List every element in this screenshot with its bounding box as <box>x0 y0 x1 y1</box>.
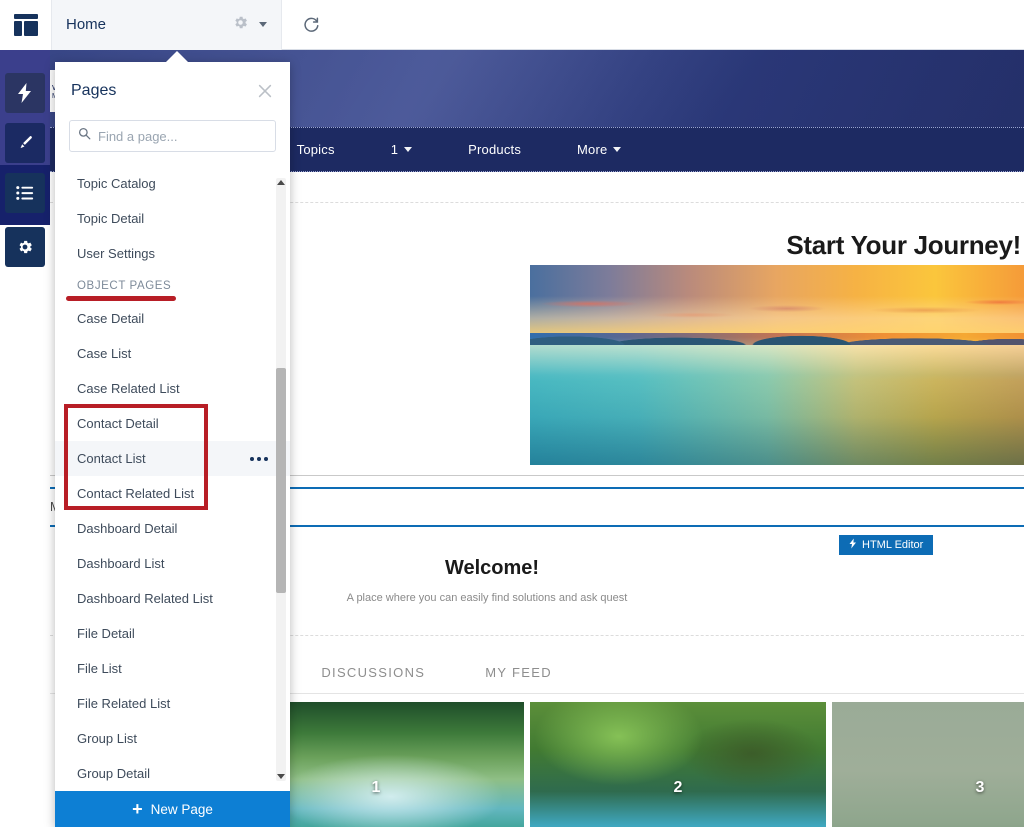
nav-label: 1 <box>390 142 399 157</box>
tab-my-feed[interactable]: MY FEED <box>485 652 552 694</box>
tab-label: MY FEED <box>485 665 552 680</box>
sidebar-item-label: Group Detail <box>77 766 150 781</box>
sidebar-item-components[interactable] <box>5 73 45 113</box>
sidebar-item-group-detail[interactable]: Group Detail <box>55 756 290 791</box>
sidebar-item-contact-list[interactable]: Contact List <box>55 441 290 476</box>
sidebar-item-case-related-list[interactable]: Case Related List <box>55 371 290 406</box>
search-input[interactable] <box>98 128 267 144</box>
nav-label: Topics <box>296 142 335 157</box>
pages-panel: Pages Topic Catalog Topic Detail User Sett… <box>55 51 290 827</box>
nav-item-products[interactable]: Products <box>468 142 521 157</box>
nav-item-topics[interactable]: Topics <box>297 142 335 157</box>
plus-icon: + <box>132 799 143 819</box>
new-page-button[interactable]: + New Page <box>55 791 290 827</box>
sidebar-item-case-list[interactable]: Case List <box>55 336 290 371</box>
gear-icon <box>16 238 34 256</box>
list-icon <box>16 185 34 201</box>
panel-pointer <box>165 51 189 63</box>
sidebar-item-dashboard-related-list[interactable]: Dashboard Related List <box>55 581 290 616</box>
list-item[interactable]: 2 <box>530 702 826 827</box>
sidebar-item-label: Dashboard Related List <box>77 591 213 606</box>
pages-list: Topic Catalog Topic Detail User Settings OB… <box>55 166 290 791</box>
paintbrush-icon <box>16 134 34 152</box>
nav-label: Products <box>468 142 522 157</box>
refresh-button[interactable] <box>282 0 340 50</box>
close-icon[interactable] <box>256 82 274 100</box>
sidebar-item-file-related-list[interactable]: File Related List <box>55 686 290 721</box>
sidebar-item-label: Contact Detail <box>77 416 159 431</box>
sidebar-item-label: User Settings <box>77 246 156 261</box>
tab-discussions[interactable]: DISCUSSIONS <box>321 652 425 694</box>
sidebar-item-contact-related-list[interactable]: Contact Related List <box>55 476 290 511</box>
sidebar-item-label: Group List <box>77 731 137 746</box>
sidebar-item-file-list[interactable]: File List <box>55 651 290 686</box>
sidebar-item-user-settings[interactable]: User Settings <box>55 236 290 271</box>
search-icon <box>78 127 91 145</box>
sidebar-item-label: Contact Related List <box>77 486 195 501</box>
sidebar-item-label: Case Related List <box>77 381 180 396</box>
pages-search-container <box>55 120 290 166</box>
new-page-label: New Page <box>150 801 213 817</box>
sidebar-item-topic-catalog[interactable]: Topic Catalog <box>55 166 290 201</box>
pages-panel-header: Pages <box>55 62 290 120</box>
nav-label: More <box>577 142 608 157</box>
sidebar-item-label: Case Detail <box>77 311 145 326</box>
card-number: 3 <box>975 779 985 796</box>
app-root: Home Topics 1 Products More Start Your J… <box>0 0 1024 827</box>
page-tab-label: Home <box>66 16 107 33</box>
html-editor-badge[interactable]: HTML Editor <box>839 535 934 555</box>
sidebar-item-dashboard-list[interactable]: Dashboard List <box>55 546 290 581</box>
sidebar-item-pages[interactable] <box>5 173 45 213</box>
builder-topbar: Home <box>0 0 1024 50</box>
sidebar-item-label: Topic Catalog <box>77 176 156 191</box>
lightning-bolt-icon <box>17 83 33 103</box>
hero-image <box>530 265 1024 465</box>
scroll-up-arrow-icon[interactable] <box>277 180 285 185</box>
page-title: Pages <box>71 82 117 99</box>
experience-builder-logo-icon[interactable] <box>0 0 52 50</box>
chevron-down-icon[interactable] <box>259 22 267 27</box>
sidebar-item-label: Case List <box>77 346 132 361</box>
sidebar-item-label: Contact List <box>77 451 146 466</box>
nav-item-more[interactable]: More <box>577 142 622 157</box>
sidebar-item-group-list[interactable]: Group List <box>55 721 290 756</box>
sidebar-item-label: File List <box>77 661 122 676</box>
scrollbar-thumb[interactable] <box>276 368 286 593</box>
sidebar-item-settings[interactable] <box>5 227 45 267</box>
sidebar-item-dashboard-detail[interactable]: Dashboard Detail <box>55 511 290 546</box>
card-number: 2 <box>673 779 683 796</box>
more-options-icon[interactable] <box>250 456 268 461</box>
sidebar-item-contact-detail[interactable]: Contact Detail <box>55 406 290 441</box>
sidebar-item-label: File Related List <box>77 696 171 711</box>
gear-icon[interactable] <box>232 14 259 36</box>
scroll-down-arrow-icon[interactable] <box>277 774 285 779</box>
pages-list-scroll-area: Topic Catalog Topic Detail User Settings OB… <box>55 166 290 791</box>
sidebar-item-file-detail[interactable]: File Detail <box>55 616 290 651</box>
lightning-bolt-icon <box>849 538 857 552</box>
sidebar-item-label: File Detail <box>77 626 135 641</box>
sidebar-item-label: Topic Detail <box>77 211 145 226</box>
nav-item-1[interactable]: 1 <box>390 142 413 157</box>
builder-left-rail <box>0 50 50 827</box>
sidebar-item-topic-detail[interactable]: Topic Detail <box>55 201 290 236</box>
scrollbar[interactable] <box>276 178 286 781</box>
tab-label: DISCUSSIONS <box>321 665 426 680</box>
html-editor-badge-label: HTML Editor <box>862 539 924 551</box>
card-number: 1 <box>371 779 381 796</box>
search-box[interactable] <box>69 120 276 152</box>
list-item[interactable]: 3 <box>832 702 1024 827</box>
sidebar-item-label: Dashboard List <box>77 556 165 571</box>
chevron-down-icon <box>613 147 622 152</box>
chevron-down-icon <box>404 147 413 152</box>
sidebar-item-case-detail[interactable]: Case Detail <box>55 301 290 336</box>
sidebar-item-theme[interactable] <box>5 123 45 163</box>
sidebar-item-label: Dashboard Detail <box>77 521 178 536</box>
page-tab-home[interactable]: Home <box>52 0 282 50</box>
annotation-underline-object-pages <box>66 296 176 301</box>
